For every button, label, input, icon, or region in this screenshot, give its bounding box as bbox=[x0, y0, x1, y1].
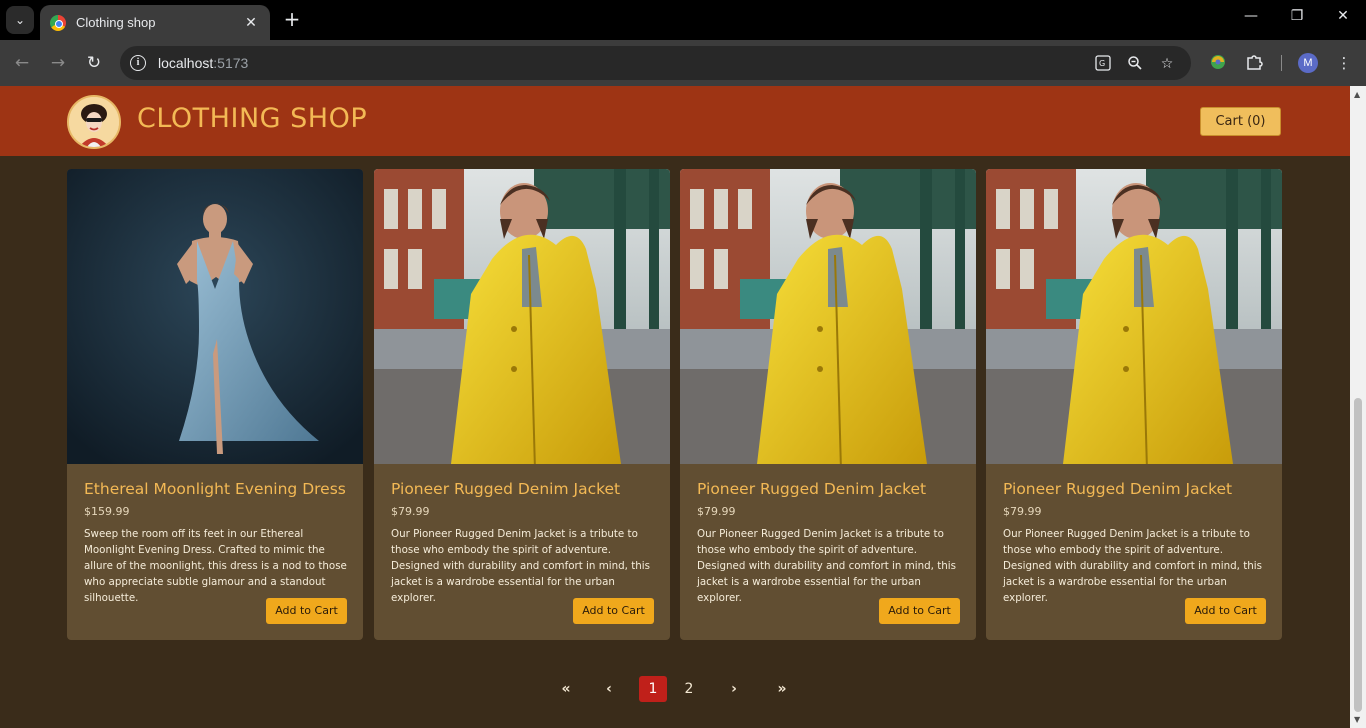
cart-button[interactable]: Cart (0) bbox=[1200, 107, 1281, 136]
forward-button[interactable]: → bbox=[47, 52, 69, 74]
product-card: Pioneer Rugged Denim Jacket $79.99 Our P… bbox=[680, 169, 976, 640]
chrome-favicon-icon bbox=[50, 14, 66, 31]
address-bar[interactable]: i localhost:5173 G ☆ bbox=[120, 46, 1191, 80]
previous-page-button[interactable]: ‹ bbox=[599, 676, 619, 702]
page-2-button[interactable]: 2 bbox=[679, 676, 699, 702]
add-to-cart-button[interactable]: Add to Cart bbox=[266, 598, 347, 624]
product-name[interactable]: Pioneer Rugged Denim Jacket bbox=[697, 480, 926, 498]
zoom-out-icon[interactable] bbox=[1126, 55, 1144, 73]
add-to-cart-button[interactable]: Add to Cart bbox=[879, 598, 960, 624]
page-viewport: CLOTHING SHOP Cart (0) Ethereal Moonligh… bbox=[0, 86, 1350, 728]
site-info-icon[interactable]: i bbox=[130, 55, 146, 71]
toolbar-divider bbox=[1281, 55, 1282, 71]
minimize-button[interactable]: — bbox=[1236, 8, 1266, 24]
translate-icon[interactable]: G bbox=[1094, 55, 1112, 73]
shop-logo[interactable] bbox=[67, 95, 121, 149]
extension-colorful-icon[interactable] bbox=[1208, 53, 1228, 73]
scroll-thumb[interactable] bbox=[1354, 398, 1362, 712]
product-card: Ethereal Moonlight Evening Dress $159.99… bbox=[67, 169, 363, 640]
url-host: localhost bbox=[158, 55, 214, 71]
product-card: Pioneer Rugged Denim Jacket $79.99 Our P… bbox=[986, 169, 1282, 640]
tab-search-chevron-icon[interactable]: ⌄ bbox=[6, 6, 34, 34]
browser-toolbar: ← → ↻ i localhost:5173 G ☆ ⋮ bbox=[0, 40, 1366, 86]
page-scrollbar[interactable]: ▲ ▼ bbox=[1350, 86, 1366, 728]
tab-title: Clothing shop bbox=[76, 15, 156, 30]
product-name[interactable]: Pioneer Rugged Denim Jacket bbox=[1003, 480, 1232, 498]
browser-tab-strip: ⌄ Clothing shop ✕ + — ❐ ✕ bbox=[0, 0, 1366, 40]
product-price: $79.99 bbox=[391, 505, 430, 518]
pagination: « ‹ 1 2 › » bbox=[0, 676, 1350, 702]
product-price: $79.99 bbox=[1003, 505, 1042, 518]
close-window-button[interactable]: ✕ bbox=[1328, 8, 1358, 24]
tab-close-icon[interactable]: ✕ bbox=[242, 15, 260, 31]
product-card: Pioneer Rugged Denim Jacket $79.99 Our P… bbox=[374, 169, 670, 640]
star-icon[interactable]: ☆ bbox=[1158, 55, 1176, 73]
site-title: CLOTHING SHOP bbox=[137, 103, 368, 134]
product-description: Sweep the room off its feet in our Ether… bbox=[84, 528, 347, 604]
product-image-jacket[interactable] bbox=[986, 169, 1282, 464]
product-name[interactable]: Ethereal Moonlight Evening Dress bbox=[84, 480, 346, 498]
site-header: CLOTHING SHOP Cart (0) bbox=[0, 86, 1350, 156]
product-description: Our Pioneer Rugged Denim Jacket is a tri… bbox=[1003, 528, 1262, 604]
add-to-cart-button[interactable]: Add to Cart bbox=[1185, 598, 1266, 624]
product-image-dress[interactable] bbox=[67, 169, 363, 464]
profile-avatar[interactable]: M bbox=[1298, 53, 1318, 73]
puzzle-extension-icon[interactable] bbox=[1244, 53, 1264, 73]
restore-button[interactable]: ❐ bbox=[1282, 8, 1312, 24]
scroll-down-arrow-icon[interactable]: ▼ bbox=[1354, 715, 1360, 724]
kebab-menu-icon[interactable]: ⋮ bbox=[1334, 53, 1354, 73]
page-1-button[interactable]: 1 bbox=[639, 676, 667, 702]
product-description: Our Pioneer Rugged Denim Jacket is a tri… bbox=[697, 528, 956, 604]
product-image-jacket[interactable] bbox=[680, 169, 976, 464]
svg-text:G: G bbox=[1099, 59, 1105, 68]
back-button[interactable]: ← bbox=[11, 52, 33, 74]
browser-tab[interactable]: Clothing shop ✕ bbox=[40, 5, 270, 40]
new-tab-button[interactable]: + bbox=[281, 8, 303, 30]
first-page-button[interactable]: « bbox=[556, 676, 576, 702]
last-page-button[interactable]: » bbox=[772, 676, 792, 702]
product-name[interactable]: Pioneer Rugged Denim Jacket bbox=[391, 480, 620, 498]
next-page-button[interactable]: › bbox=[724, 676, 744, 702]
product-image-jacket[interactable] bbox=[374, 169, 670, 464]
add-to-cart-button[interactable]: Add to Cart bbox=[573, 598, 654, 624]
url-port: :5173 bbox=[213, 55, 249, 71]
product-price: $79.99 bbox=[697, 505, 736, 518]
reload-button[interactable]: ↻ bbox=[83, 52, 105, 74]
scroll-up-arrow-icon[interactable]: ▲ bbox=[1354, 90, 1360, 99]
product-description: Our Pioneer Rugged Denim Jacket is a tri… bbox=[391, 528, 650, 604]
product-price: $159.99 bbox=[84, 505, 130, 518]
